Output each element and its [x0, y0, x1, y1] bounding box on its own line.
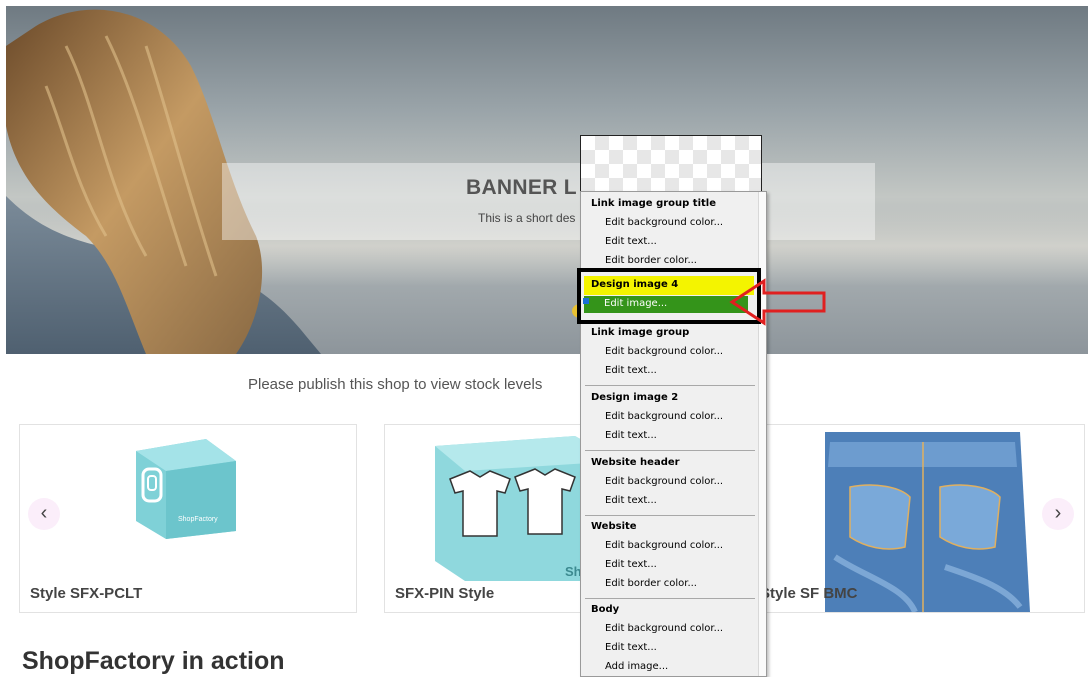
box-label: ShopFactory [178, 516, 218, 523]
context-menu: Link image group title Edit background c… [580, 191, 767, 677]
menu-item-edit-text[interactable]: Edit text... [581, 491, 759, 510]
menu-group-title: Website header [591, 457, 680, 468]
carousel-next-button[interactable]: › [1042, 498, 1074, 530]
menu-item-edit-text[interactable]: Edit text... [581, 555, 759, 574]
menu-item-edit-background-color[interactable]: Edit background color... [581, 536, 759, 555]
annotation-arrow-icon [729, 278, 826, 326]
menu-group-link-image-group: Link image group Edit background color..… [581, 324, 759, 390]
menu-group-title: Body [591, 604, 620, 615]
publish-note: Please publish this shop to view stock l… [248, 376, 543, 393]
menu-group-website-header: Website header Edit background color... … [581, 454, 759, 520]
menu-item-edit-text[interactable]: Edit text... [581, 232, 759, 251]
menu-separator [585, 515, 755, 516]
product-card-1[interactable]: ShopFactory Style SFX-PCLT [19, 424, 357, 613]
menu-item-add-image[interactable]: Add image... [581, 657, 759, 676]
menu-group-title: Design image 2 [591, 392, 679, 403]
menu-item-edit-background-color[interactable]: Edit background color... [581, 342, 759, 361]
menu-item-edit-background-color[interactable]: Edit background color... [581, 619, 759, 638]
carousel-prev-button[interactable]: ‹ [28, 498, 60, 530]
menu-item-edit-background-color[interactable]: Edit background color... [581, 407, 759, 426]
banner-description: This is a short des [478, 211, 576, 225]
menu-group-design-image-2: Design image 2 Edit background color... … [581, 389, 759, 455]
menu-group-website: Website Edit background color... Edit te… [581, 518, 759, 603]
menu-item-edit-border-color[interactable]: Edit border color... [581, 574, 759, 593]
product-card-3[interactable]: Style SF BMC [749, 424, 1085, 613]
shopfactory-box-icon: ShopFactory [136, 439, 236, 539]
menu-separator [585, 598, 755, 599]
product-title[interactable]: SFX-PIN Style [395, 585, 494, 602]
menu-group-link-image-group-title: Link image group title Edit background c… [581, 195, 759, 270]
product-title[interactable]: Style SF BMC [760, 585, 858, 602]
banner-text-box [222, 163, 875, 240]
banner-title: BANNER L [466, 176, 577, 199]
product-title[interactable]: Style SFX-PCLT [30, 585, 142, 602]
section-title: ShopFactory in action [22, 647, 285, 675]
menu-group-title: Link image group [591, 327, 690, 338]
menu-group-title: Link image group title [591, 198, 716, 209]
menu-group-body: Body Edit background color... Edit text.… [581, 601, 759, 676]
menu-separator [585, 450, 755, 451]
menu-group-title: Website [591, 521, 637, 532]
menu-item-edit-text[interactable]: Edit text... [581, 426, 759, 445]
menu-item-edit-text[interactable]: Edit text... [581, 361, 759, 380]
menu-item-edit-text[interactable]: Edit text... [581, 638, 759, 657]
menu-item-edit-background-color[interactable]: Edit background color... [581, 472, 759, 491]
menu-item-edit-background-color[interactable]: Edit background color... [581, 213, 759, 232]
menu-scrollbar[interactable] [758, 192, 766, 676]
image-preview-thumbnail [580, 135, 762, 192]
menu-separator [585, 385, 755, 386]
